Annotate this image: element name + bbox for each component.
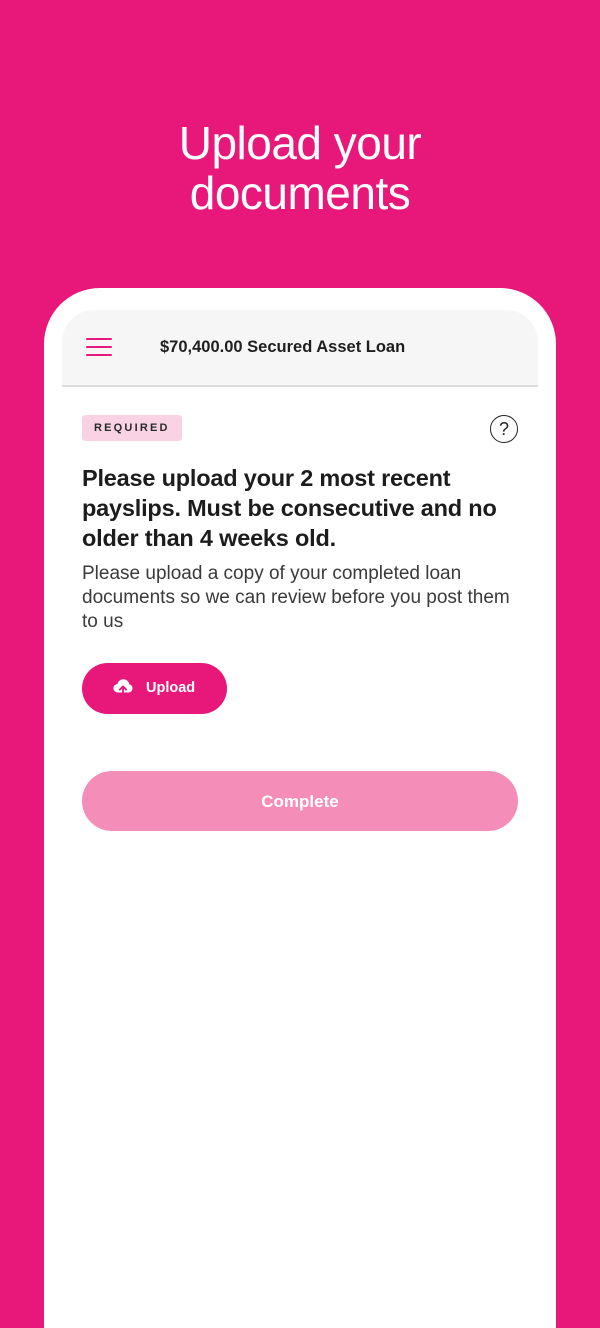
- question-mark-icon[interactable]: ?: [490, 415, 518, 443]
- promo-title-line2: documents: [189, 167, 411, 219]
- loan-title: $70,400.00 Secured Asset Loan: [160, 338, 406, 356]
- cloud-upload-icon: [113, 679, 133, 697]
- promo-title: Upload your documents: [0, 118, 600, 218]
- upload-button-label: Upload: [146, 680, 196, 696]
- upload-button[interactable]: Upload: [82, 663, 227, 714]
- app-header: $70,400.00 Secured Asset Loan: [62, 310, 538, 387]
- required-badge: REQUIRED: [82, 415, 182, 441]
- complete-button[interactable]: Complete: [82, 771, 518, 831]
- hamburger-menu-icon[interactable]: [86, 338, 112, 358]
- request-description: Please upload a copy of your completed l…: [82, 563, 510, 632]
- phone-frame: $70,400.00 Secured Asset Loan REQUIRED ?…: [44, 288, 556, 1328]
- request-heading: Please upload your 2 most recent payslip…: [82, 465, 497, 551]
- promo-title-line1: Upload your: [178, 117, 422, 169]
